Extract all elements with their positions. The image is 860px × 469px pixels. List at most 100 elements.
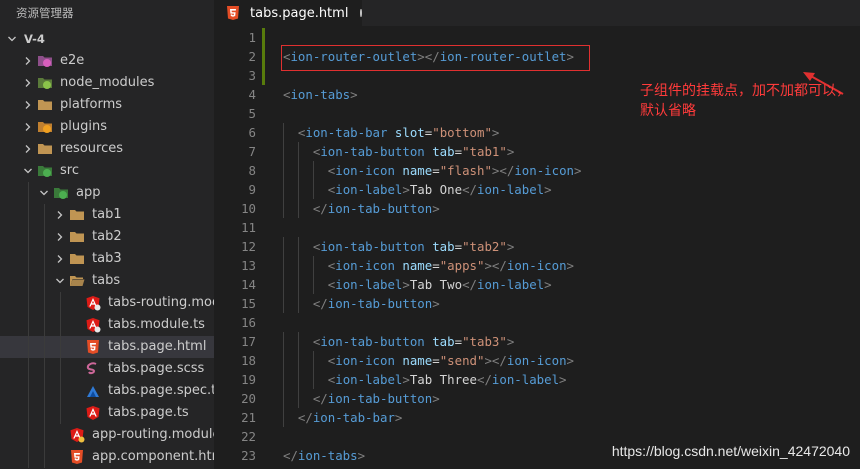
tree-item-app-routing-module-ts[interactable]: app-routing.module.ts xyxy=(0,424,214,446)
folder-icon xyxy=(68,207,86,223)
unsaved-dot-icon[interactable] xyxy=(360,9,362,17)
tree-item-tab2[interactable]: tab2 xyxy=(0,226,214,248)
code-token-str: "tab2" xyxy=(462,239,507,254)
code-text: </ion-tab-button> xyxy=(283,389,440,408)
tree-item-tab3[interactable]: tab3 xyxy=(0,248,214,270)
code-line[interactable]: 12 <ion-tab-button tab="tab2"> xyxy=(214,237,860,256)
code-line[interactable]: 7 <ion-tab-button tab="tab1"> xyxy=(214,142,860,161)
tree-item-node-modules[interactable]: node_modules xyxy=(0,72,214,94)
tree-item-label: app xyxy=(76,185,101,200)
code-token-tag: ion-tab-button xyxy=(320,239,425,254)
code-line[interactable]: 13 <ion-icon name="apps"></ion-icon> xyxy=(214,256,860,275)
code-token-punc: > xyxy=(432,201,440,216)
chevron-right-icon xyxy=(52,229,68,245)
code-token-tag: ion-label xyxy=(491,372,560,387)
tree-item-plugins[interactable]: plugins xyxy=(0,116,214,138)
code-line[interactable]: 15 </ion-tab-button> xyxy=(214,294,860,313)
code-token-punc: > xyxy=(402,372,410,387)
indent-guide xyxy=(28,226,29,248)
code-line[interactable]: 6 <ion-tab-bar slot="bottom"> xyxy=(214,123,860,142)
code-line[interactable]: 20 </ion-tab-button> xyxy=(214,389,860,408)
tree-item-label: resources xyxy=(60,141,124,156)
indent-guide xyxy=(44,292,45,314)
code-token-txt: Tab Two xyxy=(409,277,463,292)
code-token-punc: > xyxy=(566,258,575,273)
code-token-str: "flash" xyxy=(439,163,492,178)
code-token-punc: </ xyxy=(312,201,328,216)
tree-item-tabs[interactable]: tabs xyxy=(0,270,214,292)
tree-item-app[interactable]: app xyxy=(0,182,214,204)
editor-area: tabs.page.html 1 2 <ion-router-outlet></io… xyxy=(214,0,860,469)
code-line[interactable]: 16 xyxy=(214,313,860,332)
tree-item-tabs-module-ts[interactable]: tabs.module.ts xyxy=(0,314,214,336)
code-line[interactable]: 14 <ion-label>Tab Two</ion-label> xyxy=(214,275,860,294)
code-line[interactable]: 18 <ion-icon name="send"></ion-icon> xyxy=(214,351,860,370)
line-number: 9 xyxy=(248,182,256,197)
code-token-str: "send" xyxy=(439,353,485,368)
tree-item-resources[interactable]: resources xyxy=(0,138,214,160)
code-token-punc: </ xyxy=(297,410,313,425)
app-folder-icon xyxy=(52,185,70,201)
code-token-punc: > xyxy=(350,87,358,102)
code-token-punc: > xyxy=(559,372,567,387)
tree-item-src[interactable]: src xyxy=(0,160,214,182)
code-token-attr: name xyxy=(402,258,433,273)
code-line[interactable]: 9 <ion-label>Tab One</ion-label> xyxy=(214,180,860,199)
indent-guide xyxy=(44,424,45,446)
line-number: 4 xyxy=(248,87,256,102)
code-token-txt: = xyxy=(454,239,463,254)
code-text: <ion-icon name="send"></ion-icon> xyxy=(283,351,574,370)
code-token-tag: ion-label xyxy=(335,182,403,197)
workspace-root-folder[interactable]: V-4 xyxy=(0,28,214,50)
code-line[interactable]: 19 <ion-label>Tab Three</ion-label> xyxy=(214,370,860,389)
tree-item-platforms[interactable]: platforms xyxy=(0,94,214,116)
code-token-tag: ion-icon xyxy=(335,258,395,273)
code-token-tag: ion-icon xyxy=(506,258,567,273)
code-token-str: "tab1" xyxy=(462,144,507,159)
tree-item-label: node_modules xyxy=(60,75,155,90)
code-line[interactable]: 8 <ion-icon name="flash"></ion-icon> xyxy=(214,161,860,180)
code-token-punc: ></ xyxy=(484,258,507,273)
code-token-punc: </ xyxy=(462,277,477,292)
code-text: <ion-icon name="flash"></ion-icon> xyxy=(283,161,582,180)
code-token-txt: = xyxy=(432,353,440,368)
indent-guide xyxy=(60,358,61,380)
code-token-tag: ion-tab-button xyxy=(320,144,425,159)
tree-item-tabs-routing-module-ts[interactable]: tabs-routing.module.ts xyxy=(0,292,214,314)
indent-guide xyxy=(28,380,29,402)
code-line[interactable]: 21 </ion-tab-bar> xyxy=(214,408,860,427)
tree-item-tabs-page-ts[interactable]: tabs.page.ts xyxy=(0,402,214,424)
tree-item-app-component-html[interactable]: app.component.html xyxy=(0,446,214,468)
code-token-attr: name xyxy=(402,163,433,178)
tree-item-label: platforms xyxy=(60,97,123,112)
html5-icon xyxy=(68,449,86,465)
code-line[interactable]: 11 xyxy=(214,218,860,237)
code-text: </ion-tabs> xyxy=(283,446,365,465)
code-token-str: "apps" xyxy=(439,258,485,273)
tree-item-tabs-page-html[interactable]: tabs.page.html xyxy=(0,336,214,358)
tree-item-e2e[interactable]: e2e xyxy=(0,50,214,72)
e2e-folder-icon xyxy=(36,53,54,69)
tree-item-tab1[interactable]: tab1 xyxy=(0,204,214,226)
tree-item-tabs-page-scss[interactable]: tabs.page.scss xyxy=(0,358,214,380)
code-line[interactable]: 17 <ion-tab-button tab="tab3"> xyxy=(214,332,860,351)
code-text: <ion-label>Tab One</ion-label> xyxy=(283,180,552,199)
angular-icon xyxy=(84,405,102,421)
indent-guide xyxy=(28,336,29,358)
code-text: <ion-tab-button tab="tab2"> xyxy=(283,237,514,256)
code-line[interactable]: 10 </ion-tab-button> xyxy=(214,199,860,218)
editor-tab-tabs-page-html[interactable]: tabs.page.html xyxy=(214,0,362,26)
tree-item-tabs-page-spec-ts[interactable]: tabs.page.spec.ts xyxy=(0,380,214,402)
code-token-tag: ion-tab-button xyxy=(327,201,433,216)
angular-module-icon xyxy=(84,317,102,333)
line-number: 21 xyxy=(241,410,256,425)
line-number: 15 xyxy=(241,296,256,311)
git-added-marker xyxy=(262,66,265,85)
line-number: 12 xyxy=(241,239,256,254)
code-token-tag: ion-tab-bar xyxy=(312,410,395,425)
file-tree: e2e node_modules platforms plugins resources… xyxy=(0,50,214,468)
